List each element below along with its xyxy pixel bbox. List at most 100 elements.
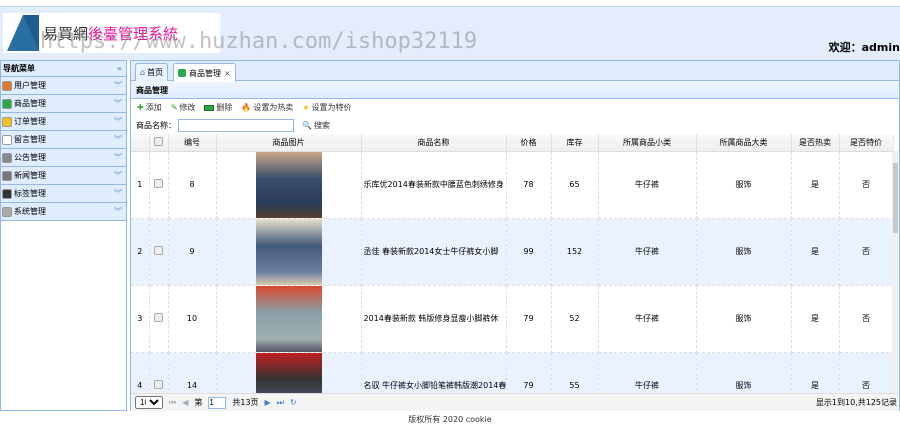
header: 易買網 後臺管理系統 https://www.huzhan.com/ishop3…	[0, 6, 900, 60]
cell-hot: 是	[791, 151, 840, 219]
column-header[interactable]: 商品图片	[216, 134, 362, 152]
set-hot-label: 设置为热卖	[253, 103, 294, 112]
product-image	[255, 151, 322, 217]
home-icon: ⌂	[140, 68, 146, 77]
product-image	[255, 352, 322, 393]
sidebar-item[interactable]: 新闻管理 ︾	[1, 167, 126, 185]
cell-subcategory: 牛仔裤	[598, 352, 697, 393]
product-image	[255, 218, 322, 284]
cell-hot: 是	[791, 218, 840, 286]
set-special-label: 设置为特价	[311, 103, 352, 112]
main-panel: ⌂ 首页 商品管理 × 商品管理 ✚ 添加 ✎ 修改 删除 🔥 设置为热卖 ★ 设置为特…	[130, 60, 900, 411]
cell-stock: 152	[551, 218, 599, 286]
sidebar-item-label: 商品管理	[14, 99, 46, 108]
menu-icon	[2, 170, 12, 181]
menu-icon	[2, 152, 12, 163]
cell-category: 服饰	[696, 218, 792, 286]
sidebar-item-label: 留言管理	[14, 135, 46, 144]
sidebar-title: 导航菜单	[3, 64, 35, 73]
cell-special: 否	[839, 352, 894, 393]
sidebar-item[interactable]: 订单管理 ︾	[1, 113, 126, 131]
row-checkbox[interactable]	[154, 313, 163, 322]
sidebar-item[interactable]: 公告管理 ︾	[1, 149, 126, 167]
watermark: https://www.huzhan.com/ishop32119	[40, 29, 478, 54]
table-header: 编号 商品图片 商品名称 价格 库存 所属商品小类 所属商品大类 是否热卖 是否特价	[131, 134, 894, 152]
search-icon: 🔍	[302, 120, 312, 130]
tab-close-icon[interactable]: ×	[224, 69, 231, 78]
first-page-icon[interactable]: ⏮	[169, 398, 176, 408]
row-checkbox[interactable]	[154, 246, 163, 255]
cell-name: 丞佳 春装新款2014女士牛仔裤女小脚	[361, 218, 507, 286]
select-all-checkbox[interactable]	[154, 136, 163, 146]
logo-triangle-icon	[7, 15, 39, 51]
sidebar-item[interactable]: 商品管理 ︾	[1, 95, 126, 113]
table-row[interactable]: 3 10 2014春装新款 韩版修身显瘦小脚裤休 79 52 牛仔裤 服饰是否	[131, 285, 894, 353]
cell-id: 10	[168, 285, 217, 353]
column-header[interactable]: 价格	[506, 134, 552, 152]
column-header[interactable]: 所属商品小类	[598, 134, 697, 152]
sidebar-item-label: 标签管理	[14, 189, 46, 198]
add-icon: ✚	[137, 103, 144, 112]
tab-bar: ⌂ 首页 商品管理 ×	[131, 61, 899, 82]
search-button-label: 搜索	[313, 120, 330, 130]
sidebar-item-label: 新闻管理	[14, 171, 46, 180]
row-checkbox[interactable]	[154, 179, 163, 188]
column-header[interactable]: 是否特价	[839, 134, 894, 152]
refresh-icon[interactable]: ↻	[290, 398, 297, 407]
column-header[interactable]: 库存	[551, 134, 599, 152]
column-header[interactable]: 所属商品大类	[696, 134, 792, 152]
page-number-input[interactable]	[208, 396, 227, 409]
next-page-icon[interactable]: ▶	[265, 398, 271, 407]
column-header[interactable]: 商品名称	[361, 134, 507, 152]
footer: 版权所有 2020 cookie	[408, 415, 492, 424]
last-page-icon[interactable]: ⏭	[277, 398, 284, 408]
cell-id: 14	[168, 352, 217, 393]
page-total: 共13页	[232, 398, 259, 407]
cell-stock: 55	[551, 352, 599, 393]
pagination: 10 ⏮ ◀ 第 共13页 ▶ ⏭ ↻ 显示1到10,共125记录	[131, 393, 899, 411]
table-row[interactable]: 2 9 丞佳 春装新款2014女士牛仔裤女小脚 99 152 牛仔裤 服饰是否	[131, 218, 894, 286]
toolbar: ✚ 添加 ✎ 修改 删除 🔥 设置为热卖 ★ 设置为特价	[131, 99, 899, 116]
set-special-button[interactable]: ★ 设置为特价	[302, 102, 351, 113]
table-row[interactable]: 4 14 名驭 牛仔裤女小脚铅笔裤韩版潮2014春装 79 55 牛仔裤 服饰是否	[131, 352, 894, 393]
page-size-select[interactable]: 10	[135, 396, 163, 409]
set-hot-button[interactable]: 🔥 设置为热卖	[241, 102, 293, 113]
search-button[interactable]: 🔍 搜索	[302, 120, 330, 131]
add-button[interactable]: ✚ 添加	[137, 102, 162, 113]
sidebar-item[interactable]: 系统管理 ︾	[1, 203, 126, 221]
chevron-down-icon: ︾	[114, 99, 122, 108]
sidebar-item-label: 用户管理	[14, 81, 46, 90]
tab-goods[interactable]: 商品管理 ×	[173, 63, 236, 82]
cell-subcategory: 牛仔裤	[598, 218, 697, 286]
panel-title: 商品管理	[131, 81, 899, 99]
sidebar-item[interactable]: 用户管理 ︾	[1, 77, 126, 95]
add-label: 添加	[145, 103, 162, 112]
remove-icon	[204, 104, 215, 111]
prev-page-icon[interactable]: ◀	[182, 398, 188, 407]
fire-icon: 🔥	[241, 103, 252, 112]
row-number: 3	[131, 285, 150, 353]
chevron-down-icon: ︾	[114, 117, 122, 126]
sidebar-item[interactable]: 标签管理 ︾	[1, 185, 126, 203]
column-header[interactable]: 是否热卖	[791, 134, 840, 152]
chevron-down-icon: ︾	[114, 207, 122, 216]
edit-button[interactable]: ✎ 修改	[171, 102, 196, 113]
search-input[interactable]	[178, 118, 294, 132]
menu-icon	[2, 116, 12, 127]
scrollbar-thumb[interactable]	[893, 163, 898, 233]
delete-button[interactable]: 删除	[204, 102, 232, 113]
tab-home[interactable]: ⌂ 首页	[135, 63, 169, 81]
cell-price: 99	[506, 218, 552, 286]
sidebar-item[interactable]: 留言管理 ︾	[1, 131, 126, 149]
row-number: 1	[131, 151, 150, 219]
column-header[interactable]: 编号	[168, 134, 217, 152]
vertical-scrollbar[interactable]	[892, 151, 899, 393]
cell-id: 8	[168, 151, 217, 219]
table-row[interactable]: 1 8 乐库优2014春装新款中腰蓝色刺绣修身 78 65 牛仔裤 服饰是否	[131, 151, 894, 219]
collapse-icon[interactable]: «	[117, 64, 122, 73]
menu-icon	[2, 98, 12, 109]
tab-label: 商品管理	[189, 68, 221, 78]
menu-icon	[2, 188, 12, 199]
row-checkbox[interactable]	[154, 380, 163, 389]
page-info: 显示1到10,共125记录	[815, 398, 897, 407]
